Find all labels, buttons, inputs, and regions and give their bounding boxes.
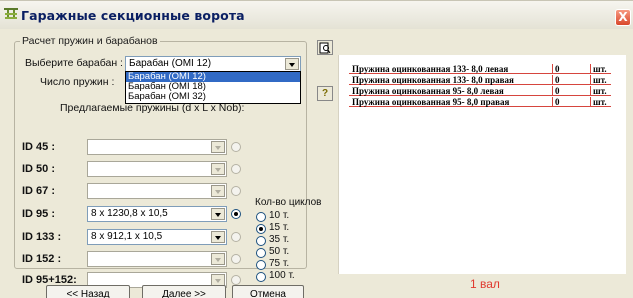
- id-radio[interactable]: [231, 142, 241, 152]
- spring-qty: 0: [552, 97, 589, 107]
- spring-unit: шт.: [590, 64, 611, 74]
- spring-qty: 0: [552, 86, 589, 96]
- spring-unit: шт.: [590, 86, 611, 96]
- spring-name: Пружина оцинкованная 133- 8,0 левая: [352, 64, 509, 74]
- spring-unit: шт.: [590, 97, 611, 107]
- id-spring-value: 8 x 912,1 x 10,5: [91, 231, 163, 242]
- next-button[interactable]: Далее >>: [142, 285, 226, 298]
- cycles-radio[interactable]: [256, 272, 266, 282]
- chevron-down-icon[interactable]: [211, 231, 225, 243]
- preview-icon: [319, 42, 331, 54]
- drum-label: Выберите барабан :: [25, 57, 123, 69]
- cycles-option-label: 50 т.: [269, 246, 290, 257]
- drum-select-value: Барабан (OMI 12): [129, 58, 212, 69]
- chevron-down-icon[interactable]: [211, 185, 225, 197]
- id-radio[interactable]: [231, 164, 241, 174]
- spring-name: Пружина оцинкованная 95- 8,0 левая: [352, 86, 504, 96]
- cycles-option-label: 10 т.: [269, 210, 290, 221]
- id-spring-value: 8 x 1230,8 x 10,5: [91, 208, 168, 219]
- preview-button[interactable]: [317, 40, 333, 55]
- drum-option[interactable]: Барабан (OMI 32): [126, 92, 300, 102]
- spring-qty: 0: [552, 75, 589, 85]
- cancel-button[interactable]: Отмена: [232, 285, 304, 298]
- back-button[interactable]: << Назад: [46, 285, 130, 298]
- cycles-option-label: 75 т.: [269, 258, 290, 269]
- id-radio[interactable]: [231, 254, 241, 264]
- help-button[interactable]: ?: [317, 86, 333, 101]
- id-label: ID 95 :: [22, 208, 56, 220]
- cycles-radio[interactable]: [256, 212, 266, 222]
- cycles-option-label: 100 т.: [269, 270, 295, 281]
- cycles-radio[interactable]: [256, 248, 266, 258]
- id-label: ID 133 :: [22, 231, 62, 243]
- spring-qty: 0: [552, 64, 589, 74]
- id-spring-select[interactable]: [87, 183, 227, 199]
- cycles-radio[interactable]: [256, 236, 266, 246]
- id-label: ID 50 :: [22, 163, 56, 175]
- title-bar: Гаражные секционные ворота X: [0, 1, 633, 29]
- window-title: Гаражные секционные ворота: [21, 8, 245, 23]
- spring-name: Пружина оцинкованная 95- 8,0 правая: [352, 97, 510, 107]
- id-spring-select[interactable]: [87, 251, 227, 267]
- chevron-down-icon[interactable]: [285, 58, 299, 70]
- drum-select[interactable]: Барабан (OMI 12): [125, 56, 301, 72]
- drum-dropdown-list[interactable]: Барабан (OMI 12) Барабан (OMI 18) Бараба…: [125, 71, 301, 104]
- id-label: ID 45 :: [22, 141, 56, 153]
- spring-unit: шт.: [590, 75, 611, 85]
- list-row[interactable]: Пружина оцинкованная 95- 8,0 левая 0 шт.: [349, 86, 611, 96]
- cycles-option-label: 15 т.: [269, 222, 290, 233]
- cycles-radio-selected[interactable]: [256, 224, 266, 234]
- id-radio[interactable]: [231, 232, 241, 242]
- id-radio[interactable]: [231, 275, 241, 285]
- list-row[interactable]: Пружина оцинкованная 133- 8,0 левая 0 шт…: [349, 64, 611, 74]
- main-window: Гаражные секционные ворота X Расчет пруж…: [0, 0, 633, 298]
- group-title: Расчет пружин и барабанов: [20, 35, 160, 47]
- id-spring-select[interactable]: 8 x 912,1 x 10,5: [87, 229, 227, 245]
- id-label: ID 67 :: [22, 185, 56, 197]
- id-spring-select[interactable]: [87, 139, 227, 155]
- chevron-down-icon[interactable]: [211, 163, 225, 175]
- help-icon: ?: [321, 88, 329, 99]
- id-radio-selected[interactable]: [231, 209, 241, 219]
- id-spring-select[interactable]: [87, 161, 227, 177]
- spring-name: Пружина оцинкованная 133- 8,0 правая: [352, 75, 514, 85]
- cycles-radio[interactable]: [256, 260, 266, 270]
- list-row[interactable]: Пружина оцинкованная 133- 8,0 правая 0 ш…: [349, 75, 611, 85]
- cycles-option-label: 35 т.: [269, 234, 290, 245]
- spring-list: Пружина оцинкованная 133- 8,0 левая 0 шт…: [338, 55, 626, 274]
- close-icon: X: [618, 10, 628, 24]
- close-button[interactable]: X: [615, 9, 631, 26]
- cycles-title: Кол-во циклов: [255, 197, 322, 208]
- chevron-down-icon[interactable]: [211, 253, 225, 265]
- app-icon: [4, 8, 18, 19]
- chevron-down-icon[interactable]: [211, 141, 225, 153]
- spring-count-label: Число пружин :: [40, 76, 115, 88]
- id-label: ID 152 :: [22, 253, 62, 265]
- shaft-count-text: 1 вал: [470, 277, 500, 291]
- list-row[interactable]: Пружина оцинкованная 95- 8,0 правая 0 шт…: [349, 97, 611, 107]
- chevron-down-icon[interactable]: [211, 208, 225, 220]
- id-spring-select[interactable]: 8 x 1230,8 x 10,5: [87, 206, 227, 222]
- id-radio[interactable]: [231, 186, 241, 196]
